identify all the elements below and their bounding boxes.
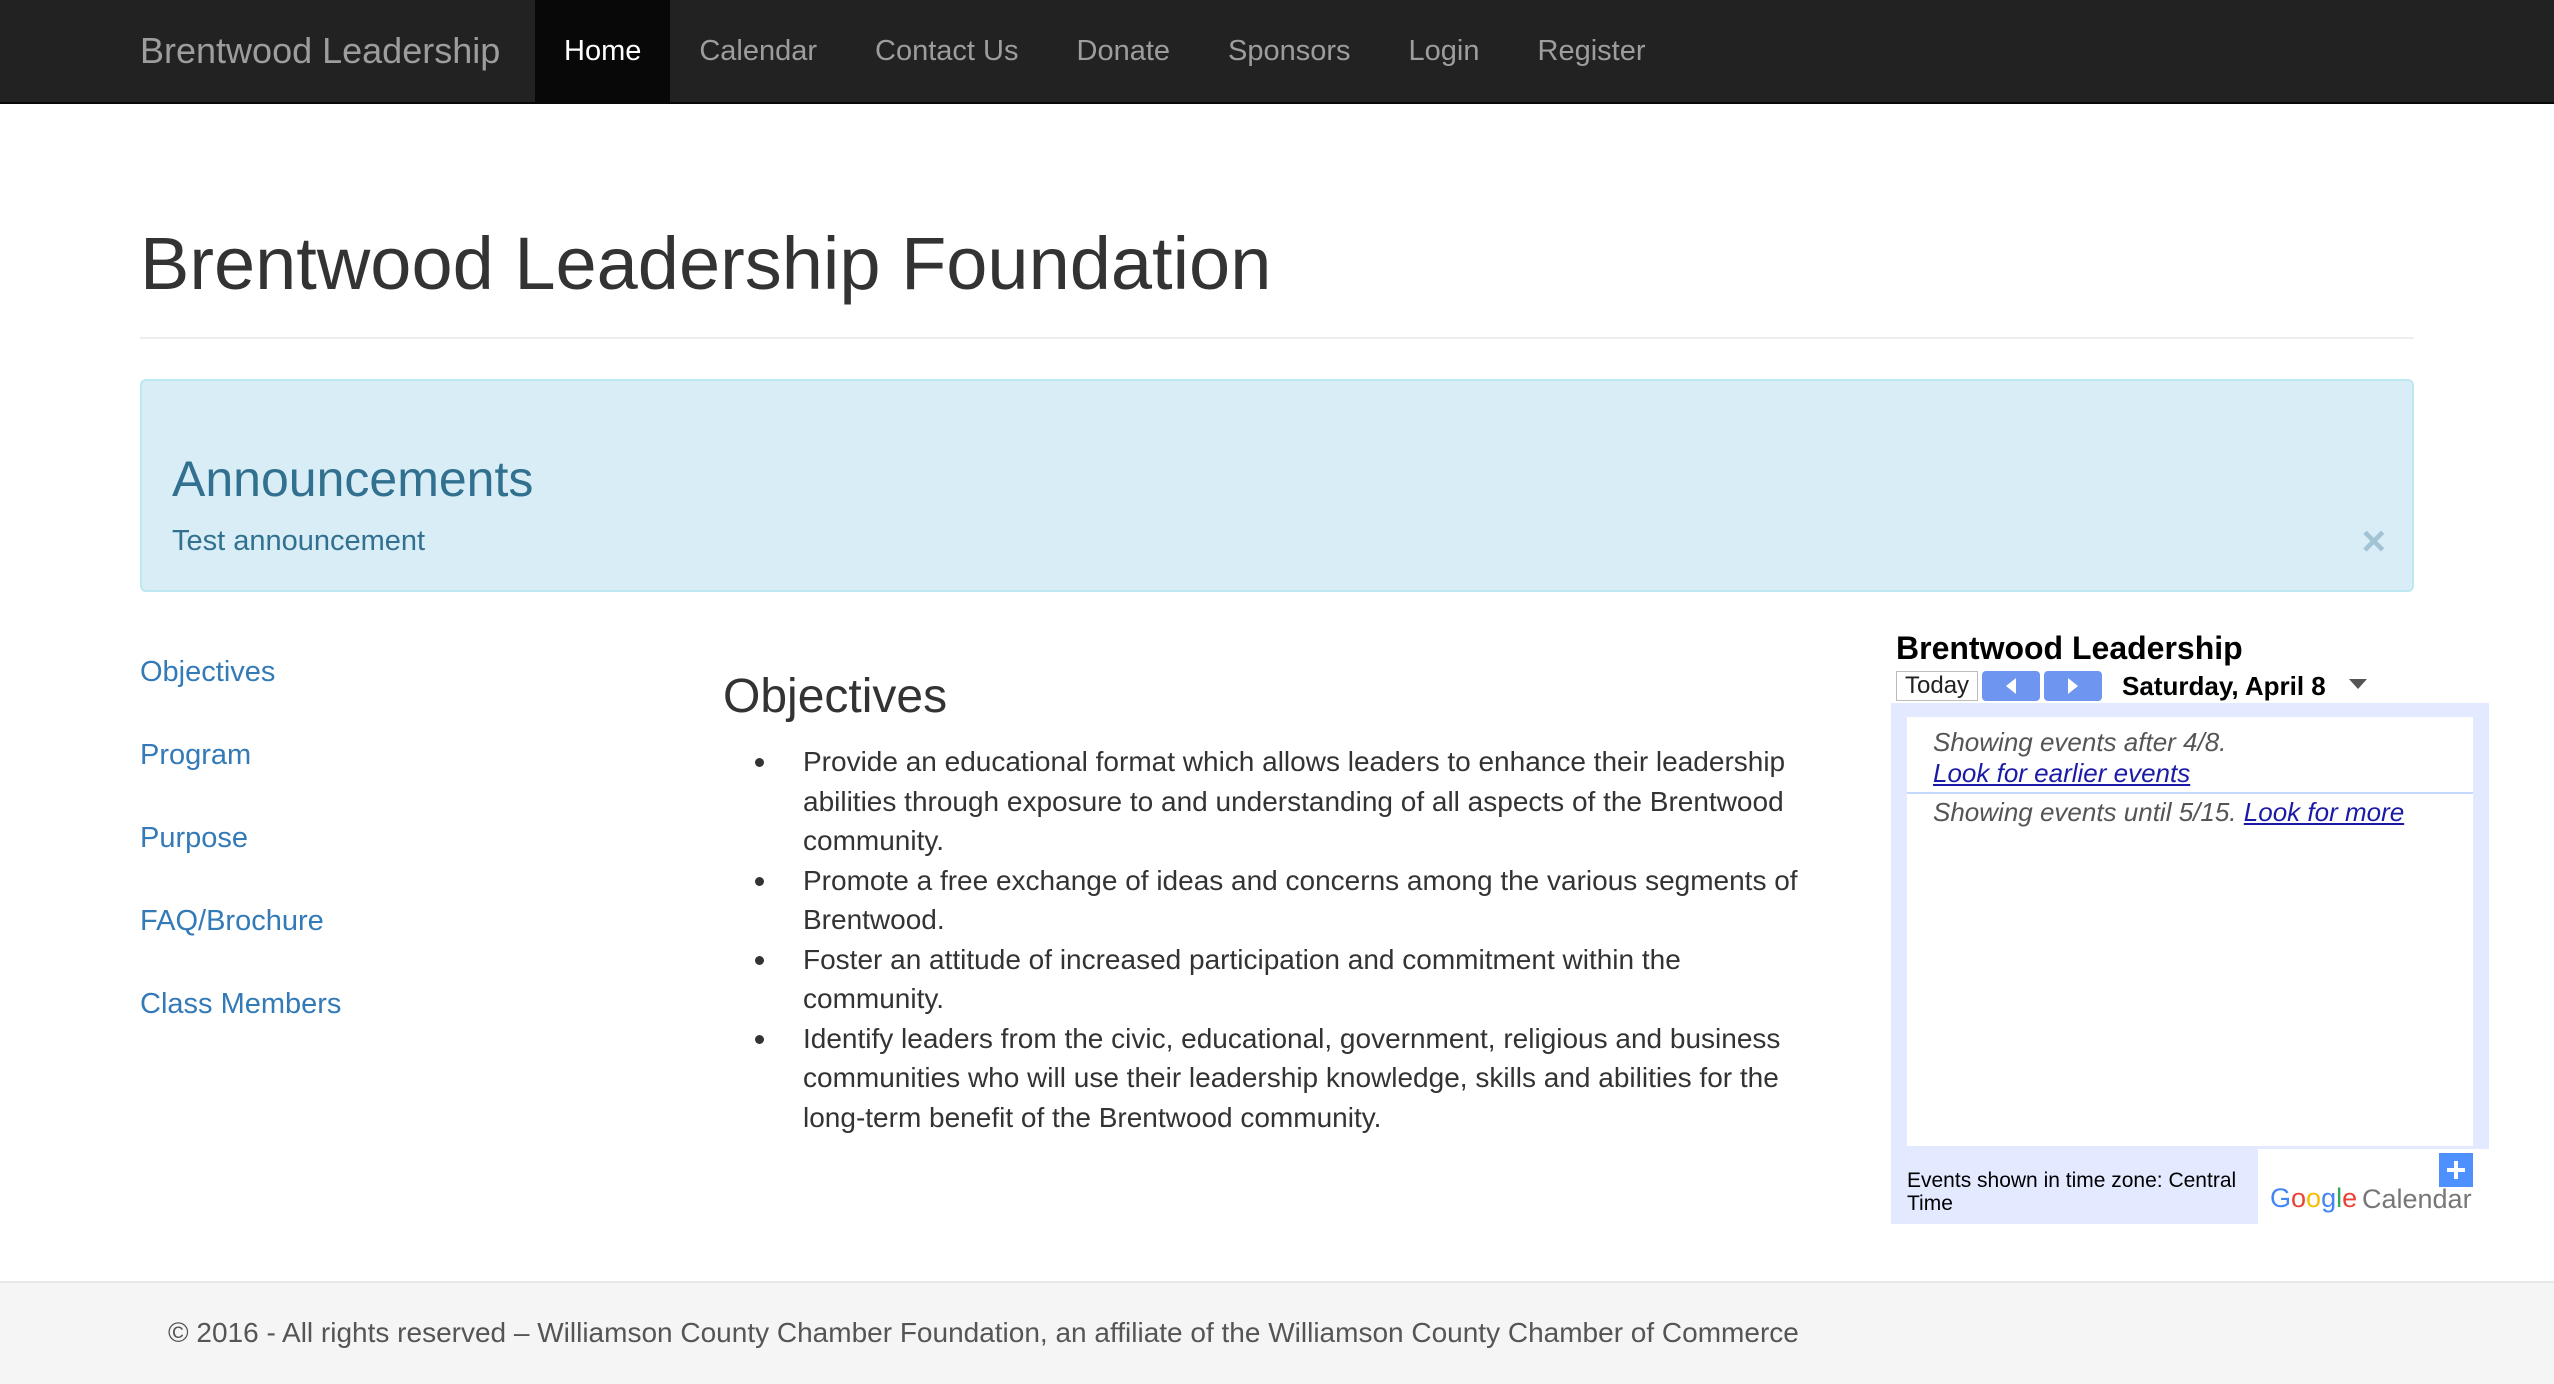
calendar-date: Saturday, April 8 — [2122, 671, 2326, 701]
side-nav-purpose[interactable]: Purpose — [140, 816, 341, 899]
side-nav-program[interactable]: Program — [140, 733, 341, 816]
calendar-divider — [1907, 792, 2473, 794]
navbar-brand[interactable]: Brentwood Leadership — [140, 0, 500, 102]
look-for-more-link[interactable]: Look for more — [2244, 797, 2404, 827]
calendar-frame: Showing events after 4/8. Look for earli… — [1891, 703, 2489, 1224]
nav-item-register[interactable]: Register — [1509, 0, 1675, 102]
nav-item-donate[interactable]: Donate — [1048, 0, 1200, 102]
side-nav-faq-brochure[interactable]: FAQ/Brochure — [140, 899, 341, 982]
nav-item-login[interactable]: Login — [1380, 0, 1509, 102]
google-calendar-word: Calendar — [2362, 1184, 2472, 1214]
calendar-prev-button[interactable] — [1982, 671, 2041, 701]
footer-copyright: © 2016 - All rights reserved – Williamso… — [168, 1317, 1799, 1348]
chevron-left-icon — [2006, 678, 2017, 694]
google-calendar-logo: Google Calendar — [2270, 1183, 2472, 1215]
look-for-earlier-link[interactable]: Look for earlier events — [1933, 758, 2226, 789]
list-item: Foster an attitude of increased particip… — [755, 940, 1823, 1019]
navbar-menu: Home Calendar Contact Us Donate Sponsors… — [535, 0, 1675, 102]
nav-item-contact-us[interactable]: Contact Us — [846, 0, 1047, 102]
chevron-right-icon — [2068, 678, 2079, 694]
list-item: Provide an educational format which allo… — [755, 742, 1823, 861]
calendar-dropdown-button[interactable] — [2348, 677, 2368, 695]
side-nav: Objectives Program Purpose FAQ/Brochure … — [140, 650, 341, 1065]
calendar-showing-until: Showing events until 5/15. — [1933, 797, 2237, 827]
calendar-next-button[interactable] — [2044, 671, 2103, 701]
plus-icon — [2447, 1161, 2465, 1179]
title-divider — [140, 337, 2414, 339]
nav-item-home[interactable]: Home — [535, 0, 671, 102]
google-logo-icon: Google — [2270, 1183, 2357, 1213]
dropdown-triangle-icon — [2348, 679, 2367, 689]
google-calendar-badge[interactable]: Google Calendar — [2258, 1149, 2489, 1224]
calendar-earlier-row: Showing events after 4/8. Look for earli… — [1933, 727, 2226, 789]
top-navbar: Brentwood Leadership Home Calendar Conta… — [0, 0, 2554, 104]
calendar-controls: Today Saturday, April 8 — [1896, 668, 2368, 704]
list-item: Promote a free exchange of ideas and con… — [755, 861, 1823, 940]
objectives-heading: Objectives — [723, 670, 948, 723]
calendar-agenda: Showing events after 4/8. Look for earli… — [1907, 717, 2473, 1146]
page-title: Brentwood Leadership Foundation — [140, 222, 1272, 305]
calendar-title: Brentwood Leadership — [1896, 630, 2243, 666]
calendar-today-button[interactable]: Today — [1896, 671, 1979, 701]
objectives-list: Provide an educational format which allo… — [723, 742, 1823, 1137]
calendar-showing-after: Showing events after 4/8. — [1933, 727, 2227, 757]
announcement-alert: Announcements Test announcement × — [140, 379, 2414, 592]
add-to-calendar-button[interactable] — [2439, 1153, 2473, 1187]
announcement-heading: Announcements — [172, 451, 534, 507]
footer: © 2016 - All rights reserved – Williamso… — [0, 1281, 2554, 1384]
nav-item-sponsors[interactable]: Sponsors — [1199, 0, 1380, 102]
svg-text:Google: Google — [2270, 1183, 2357, 1213]
announcement-text: Test announcement — [172, 525, 426, 557]
calendar-timezone: Events shown in time zone: Central Time — [1907, 1169, 2237, 1215]
side-nav-class-members[interactable]: Class Members — [140, 982, 341, 1065]
side-nav-objectives[interactable]: Objectives — [140, 650, 341, 733]
calendar-later-row: Showing events until 5/15. Look for more — [1933, 797, 2404, 828]
nav-item-calendar[interactable]: Calendar — [670, 0, 846, 102]
close-icon[interactable]: × — [2361, 520, 2386, 562]
list-item: Identify leaders from the civic, educati… — [755, 1019, 1823, 1138]
